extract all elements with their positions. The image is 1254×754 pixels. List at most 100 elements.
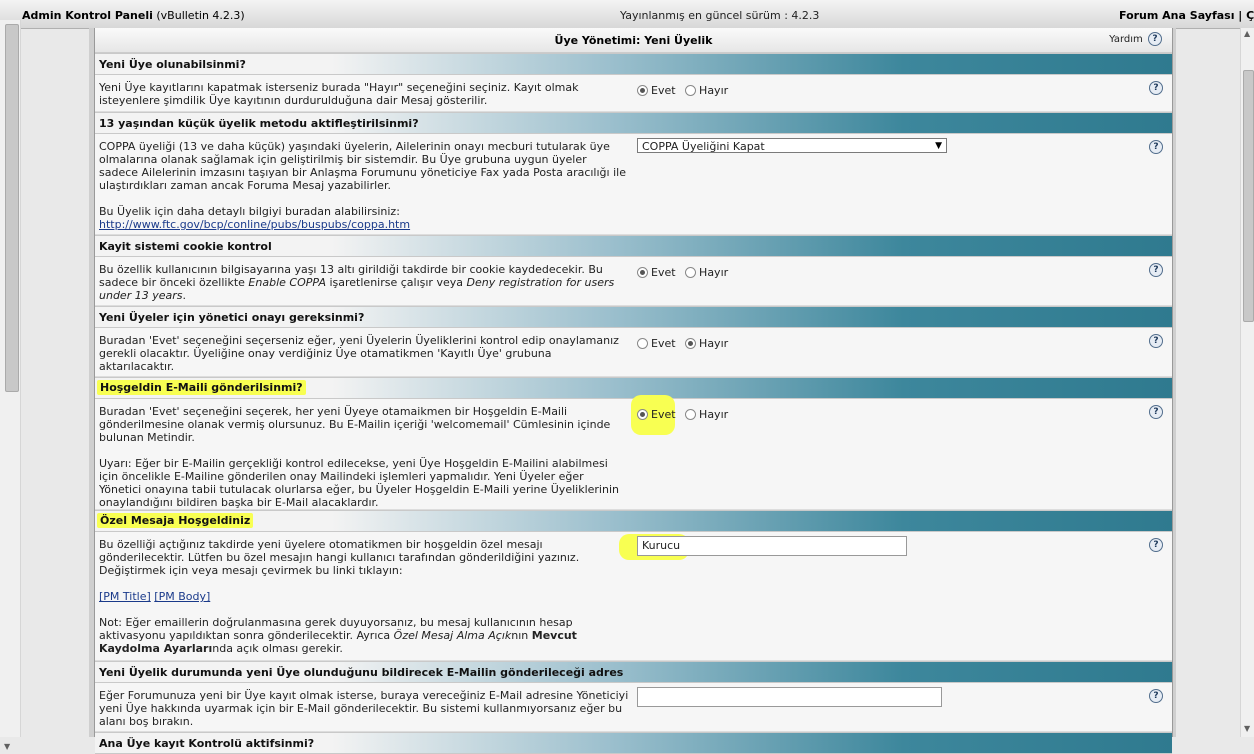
radio-no[interactable] — [685, 84, 697, 96]
radio-yes[interactable] — [637, 266, 648, 278]
section-header-welcome-pm: Özel Mesaja Hoşgeldiniz — [95, 510, 1172, 532]
setting-row-coppa: COPPA üyeliği (13 ve daha küçük) yaşında… — [95, 134, 1172, 235]
setting-help-icon[interactable]: ? — [1147, 689, 1163, 703]
settings-panel: Üye Yönetimi: Yeni Üyelik Yardım ? Yeni … — [89, 28, 1176, 754]
radio-yes[interactable] — [637, 408, 648, 420]
section-header-main-check: Ana Üye kayıt Kontrolü aktifsinmi? — [95, 732, 1172, 754]
cookie-desc-em: Enable COPPA — [248, 276, 326, 289]
welcome-pm-sender-field[interactable] — [637, 536, 907, 556]
cookie-desc-part: . — [182, 289, 186, 302]
help-icon[interactable]: ? — [1149, 689, 1163, 703]
section-title: Kayit sistemi cookie kontrol — [99, 240, 272, 253]
main-scrollbar-thumb[interactable] — [1243, 70, 1254, 322]
pm-body-link[interactable]: [PM Body] — [154, 590, 210, 603]
radio-no[interactable] — [685, 408, 697, 420]
help-link-label[interactable]: Yardım — [1109, 34, 1143, 45]
radio-group-cookie: Evet Hayır — [637, 265, 734, 279]
setting-row-welcome-email: Buradan 'Evet' seçeneğini seçerek, her y… — [95, 395, 1172, 510]
panel-header: Üye Yönetimi: Yeni Üyelik Yardım ? — [95, 28, 1172, 53]
setting-help-icon[interactable]: ? — [1147, 140, 1163, 154]
setting-row-welcome-pm: Bu özelliği açtığınız takdirde yeni üyel… — [95, 532, 1172, 661]
help-icon[interactable]: ? — [1148, 32, 1162, 46]
radio-yes-label[interactable]: Evet — [651, 266, 676, 279]
note-part: nda açık olması gerekir. — [212, 642, 343, 655]
welcome-email-description: Buradan 'Evet' seçeneğini seçerek, her y… — [99, 405, 611, 444]
section-header-welcome-email: Hoşgeldin E-Maili gönderilsinmi? — [95, 377, 1172, 399]
help-icon[interactable]: ? — [1149, 140, 1163, 154]
setting-help-icon[interactable]: ? — [1147, 81, 1163, 95]
section-title: Özel Mesaja Hoşgeldiniz — [97, 513, 254, 528]
notify-email-input[interactable] — [637, 687, 942, 707]
radio-yes-label[interactable]: Evet — [651, 84, 676, 97]
help-icon[interactable]: ? — [1149, 334, 1163, 348]
radio-no-label[interactable]: Hayır — [699, 337, 728, 350]
radio-no[interactable] — [685, 266, 697, 278]
scroll-up-arrow-icon[interactable]: ▲ — [1244, 29, 1250, 38]
section-title: Yeni Üyeler için yönetici onayı gereksin… — [99, 311, 365, 324]
setting-help-icon[interactable]: ? — [1147, 334, 1163, 348]
setting-row-registration: Yeni Üye kayıtlarını kapatmak isterseniz… — [95, 75, 1172, 112]
settings-panel-body: Üye Yönetimi: Yeni Üyelik Yardım ? Yeni … — [94, 28, 1173, 754]
nav-frame-scrollbar[interactable]: ▼ — [0, 20, 21, 751]
cookie-desc-part: işaretlenirse çalışır veya — [325, 276, 467, 289]
setting-description: COPPA üyeliği (13 ve daha küçük) yaşında… — [99, 140, 629, 231]
help-link[interactable]: Yardım ? — [1109, 32, 1162, 46]
help-icon[interactable]: ? — [1149, 538, 1163, 552]
app-title: Admin Kontrol Paneli (vBulletin 4.2.3) — [22, 9, 245, 22]
setting-description: Bu özellik kullanıcının bilgisayarına ya… — [99, 263, 629, 302]
section-header-notify-email: Yeni Üyelik durumunda yeni Üye olunduğun… — [95, 661, 1172, 683]
radio-group-welcome-email: Evet Hayır — [637, 407, 734, 421]
welcome-email-warning: Uyarı: Eğer bir E-Mailin gerçekliği kont… — [99, 457, 619, 509]
radio-yes[interactable] — [637, 337, 648, 349]
nav-scrollbar-thumb[interactable] — [5, 24, 19, 392]
setting-description: Bu özelliği açtığınız takdirde yeni üyel… — [99, 538, 629, 655]
setting-help-icon[interactable]: ? — [1147, 538, 1163, 552]
forum-home-logout-links[interactable]: Forum Ana Sayfası | Çık — [1119, 9, 1254, 22]
section-title: Yeni Üye olunabilsinmi? — [99, 58, 246, 71]
scroll-down-arrow-icon[interactable]: ▼ — [4, 742, 10, 751]
radio-no-label[interactable]: Hayır — [699, 84, 728, 97]
welcome-pm-note: Not: Eğer emaillerin doğrulanmasına gere… — [99, 616, 629, 655]
setting-description: Buradan 'Evet' seçeneğini seçerek, her y… — [99, 405, 629, 509]
section-header-cookie: Kayit sistemi cookie kontrol — [95, 235, 1172, 257]
radio-yes-label[interactable]: Evet — [651, 408, 676, 421]
setting-help-icon[interactable]: ? — [1147, 263, 1163, 277]
coppa-select-value[interactable]: COPPA Üyeliğini Kapat — [642, 140, 765, 153]
radio-group-moderation: Evet Hayır — [637, 336, 734, 350]
section-header-coppa: 13 yaşından küçük üyelik metodu aktifleş… — [95, 112, 1172, 134]
radio-no-label[interactable]: Hayır — [699, 408, 728, 421]
setting-description: Yeni Üye kayıtlarını kapatmak isterseniz… — [99, 81, 579, 107]
page-title: Üye Yönetimi: Yeni Üyelik — [554, 34, 713, 47]
coppa-more-info: Bu Üyelik için daha detaylı bilgiyi bura… — [99, 205, 400, 218]
section-title: 13 yaşından küçük üyelik metodu aktifleş… — [99, 117, 419, 130]
radio-yes-label[interactable]: Evet — [651, 337, 676, 350]
section-title: Yeni Üyelik durumunda yeni Üye olunduğun… — [99, 666, 624, 679]
pm-title-link[interactable]: [PM Title] — [99, 590, 151, 603]
coppa-info-link[interactable]: http://www.ftc.gov/bcp/conline/pubs/busp… — [99, 218, 410, 231]
setting-help-icon[interactable]: ? — [1147, 405, 1163, 419]
setting-row-notify-email: Eğer Forumunuza yeni bir Üye kayıt olmak… — [95, 683, 1172, 732]
help-icon[interactable]: ? — [1149, 405, 1163, 419]
section-title: Hoşgeldin E-Maili gönderilsinmi? — [97, 380, 306, 395]
top-bar: Admin Kontrol Paneli (vBulletin 4.2.3) Y… — [0, 0, 1254, 29]
radio-yes[interactable] — [637, 84, 648, 96]
help-icon[interactable]: ? — [1149, 263, 1163, 277]
scroll-down-arrow-icon[interactable]: ▼ — [1244, 724, 1250, 733]
main-scrollbar[interactable]: ▲ ▼ — [1240, 28, 1254, 737]
chevron-down-icon[interactable]: ▼ — [935, 139, 942, 154]
section-header-registration: Yeni Üye olunabilsinmi? — [95, 53, 1172, 75]
radio-no[interactable] — [685, 337, 697, 349]
coppa-select[interactable]: COPPA Üyeliğini Kapat ▼ — [637, 138, 947, 153]
welcome-pm-description: Bu özelliği açtığınız takdirde yeni üyel… — [99, 538, 580, 577]
section-header-moderation: Yeni Üyeler için yönetici onayı gereksin… — [95, 306, 1172, 328]
latest-version: Yayınlanmış en güncel sürüm : 4.2.3 — [620, 9, 820, 22]
note-part: nın — [511, 629, 532, 642]
radio-no-label[interactable]: Hayır — [699, 266, 728, 279]
setting-row-moderation: Buradan 'Evet' seçeneğini seçerseniz eğe… — [95, 328, 1172, 377]
app-version: (vBulletin 4.2.3) — [156, 9, 245, 22]
radio-group-registration: Evet Hayır — [637, 83, 734, 97]
welcome-pm-sender-input[interactable] — [637, 536, 907, 556]
notify-email-field[interactable] — [637, 687, 942, 707]
help-icon[interactable]: ? — [1149, 81, 1163, 95]
setting-description: Buradan 'Evet' seçeneğini seçerseniz eğe… — [99, 334, 619, 373]
